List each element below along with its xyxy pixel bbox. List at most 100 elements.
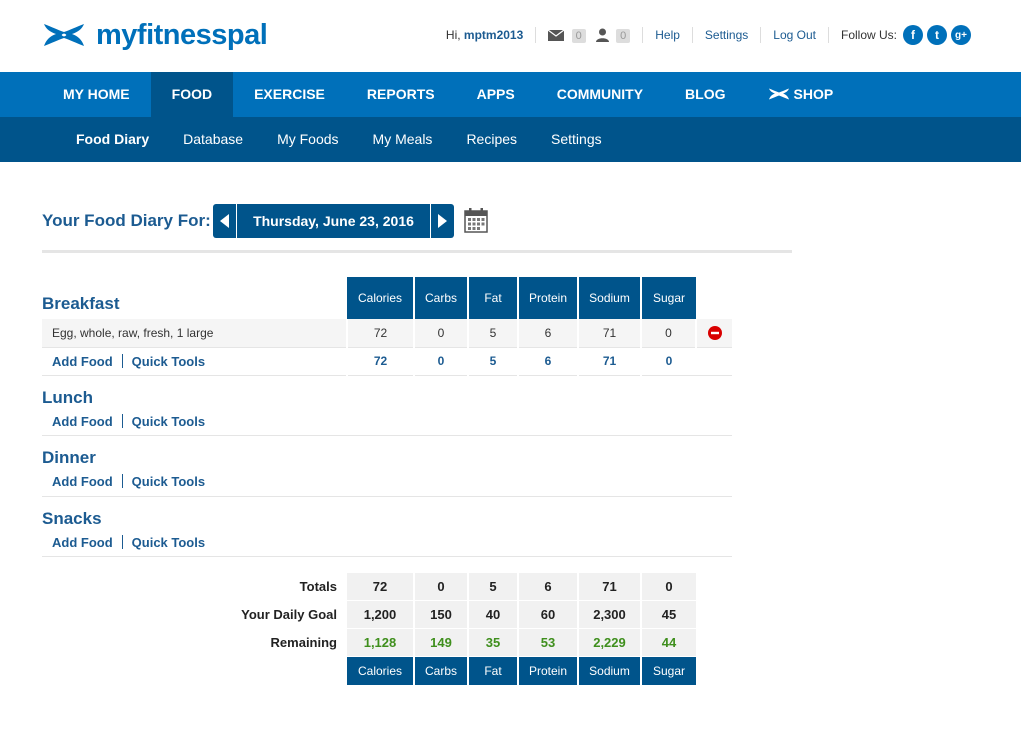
meal-title-snacks: Snacks: [42, 508, 102, 528]
footer-header-protein: Protein: [517, 656, 578, 685]
quick-tools-snacks[interactable]: Quick Tools: [132, 535, 205, 550]
calendar-icon[interactable]: [464, 207, 488, 233]
separator: [691, 27, 693, 43]
food-entry-fat: 5: [467, 319, 518, 348]
remaining-sodium: 2,229: [577, 628, 641, 657]
remaining-label: Remaining: [270, 635, 337, 650]
food-entry-calories: 72: [346, 319, 414, 348]
remaining-fat: 35: [467, 628, 518, 657]
snacks-actions-row: Add Food Quick Tools: [42, 528, 732, 557]
nav-my-home[interactable]: MY HOME: [42, 72, 151, 117]
separator: [642, 27, 644, 43]
messages-button[interactable]: 0: [548, 28, 586, 43]
add-food-breakfast[interactable]: Add Food: [52, 354, 113, 369]
food-entry-row: Egg, whole, raw, fresh, 1 large 72 0 5 6…: [42, 319, 732, 348]
separator: [121, 534, 123, 549]
meal-title-dinner: Dinner: [42, 448, 96, 467]
breakfast-total-calories: 72: [346, 347, 414, 376]
separator: [121, 353, 123, 368]
subnav-my-foods[interactable]: My Foods: [260, 117, 355, 162]
footer-header-calories: Calories: [347, 656, 414, 685]
totals-calories: 72: [347, 572, 414, 601]
remaining-carbs: 149: [413, 628, 468, 657]
logo[interactable]: myfitnesspal: [42, 19, 268, 51]
breakfast-total-sodium: 71: [577, 347, 641, 376]
under-armour-logo-icon: [44, 24, 84, 46]
google-plus-icon[interactable]: g+: [951, 25, 971, 45]
dinner-header-row: Dinner: [42, 436, 732, 469]
nav-shop[interactable]: SHOP: [747, 72, 855, 117]
column-header-protein: Protein: [517, 277, 578, 319]
column-header-sugar: Sugar: [640, 277, 696, 319]
food-diary-table: Breakfast Calories Carbs Fat Protein Sod…: [42, 277, 732, 685]
column-header-carbs: Carbs: [413, 277, 468, 319]
totals-row: Totals 72 0 5 6 71 0: [42, 572, 732, 601]
logout-link[interactable]: Log Out: [773, 28, 816, 42]
breakfast-total-sugar: 0: [640, 347, 696, 376]
breakfast-total-carbs: 0: [413, 347, 468, 376]
goal-carbs: 150: [413, 600, 468, 629]
remaining-protein: 53: [517, 628, 578, 657]
friends-button[interactable]: 0: [595, 28, 631, 43]
add-food-lunch[interactable]: Add Food: [52, 414, 113, 429]
nav-community[interactable]: COMMUNITY: [536, 72, 664, 117]
current-date: Thursday, June 23, 2016: [253, 213, 414, 229]
dinner-actions-row: Add Food Quick Tools: [42, 468, 732, 497]
breakfast-actions-row: Add Food Quick Tools 72 0 5 6 71 0: [42, 347, 732, 376]
footer-header-row: Calories Carbs Fat Protein Sodium Sugar: [42, 656, 732, 685]
user-icon: [595, 28, 609, 43]
envelope-icon: [548, 29, 565, 41]
quick-tools-breakfast[interactable]: Quick Tools: [132, 354, 205, 369]
totals-carbs: 0: [413, 572, 468, 601]
footer-header-carbs: Carbs: [413, 656, 468, 685]
meal-title-breakfast: Breakfast: [42, 294, 120, 313]
quick-tools-lunch[interactable]: Quick Tools: [132, 414, 205, 429]
under-armour-icon: [768, 88, 789, 100]
remaining-row: Remaining 1,128 149 35 53 2,229 44: [42, 628, 732, 657]
footer-header-sodium: Sodium: [577, 656, 641, 685]
food-entry-name[interactable]: Egg, whole, raw, fresh, 1 large: [42, 319, 347, 348]
column-header-fat: Fat: [467, 277, 518, 319]
facebook-icon[interactable]: f: [903, 25, 923, 45]
nav-exercise[interactable]: EXERCISE: [233, 72, 346, 117]
next-day-button[interactable]: [430, 204, 454, 238]
subnav-database[interactable]: Database: [166, 117, 260, 162]
nav-blog[interactable]: BLOG: [664, 72, 746, 117]
lunch-header-row: Lunch: [42, 375, 732, 408]
follow-us-label: Follow Us:: [840, 28, 897, 42]
friends-count: 0: [616, 28, 631, 43]
date-selector: Thursday, June 23, 2016: [213, 204, 454, 238]
snacks-header-row: Snacks: [42, 496, 732, 529]
footer-header-sugar: Sugar: [640, 656, 696, 685]
remaining-calories: 1,128: [347, 628, 414, 657]
arrow-right-icon: [438, 214, 447, 228]
sub-nav: Food Diary Database My Foods My Meals Re…: [0, 117, 1021, 162]
food-entry-protein: 6: [517, 319, 578, 348]
remove-food-button[interactable]: [695, 319, 732, 348]
quick-tools-dinner[interactable]: Quick Tools: [132, 474, 205, 489]
subnav-recipes[interactable]: Recipes: [449, 117, 534, 162]
add-food-dinner[interactable]: Add Food: [52, 474, 113, 489]
subnav-my-meals[interactable]: My Meals: [356, 117, 450, 162]
divider: [42, 250, 792, 253]
separator: [121, 474, 123, 489]
username[interactable]: mptm2013: [464, 28, 523, 42]
twitter-icon[interactable]: t: [927, 25, 947, 45]
add-food-snacks[interactable]: Add Food: [52, 535, 113, 550]
logo-text: myfitnesspal: [96, 19, 268, 51]
nav-food[interactable]: FOOD: [150, 72, 234, 117]
subnav-food-diary[interactable]: Food Diary: [59, 117, 166, 162]
settings-link[interactable]: Settings: [705, 28, 748, 42]
breakfast-total-fat: 5: [467, 347, 518, 376]
totals-sodium: 71: [577, 572, 641, 601]
daily-goal-row: Your Daily Goal 1,200 150 40 60 2,300 45: [42, 600, 732, 629]
subnav-settings[interactable]: Settings: [534, 117, 619, 162]
totals-label: Totals: [299, 579, 337, 594]
help-link[interactable]: Help: [655, 28, 680, 42]
previous-day-button[interactable]: [213, 204, 237, 238]
nav-reports[interactable]: REPORTS: [346, 72, 456, 117]
nav-apps[interactable]: APPS: [456, 72, 536, 117]
totals-sugar: 0: [640, 572, 696, 601]
goal-sugar: 45: [640, 600, 696, 629]
daily-goal-label: Your Daily Goal: [241, 607, 337, 622]
